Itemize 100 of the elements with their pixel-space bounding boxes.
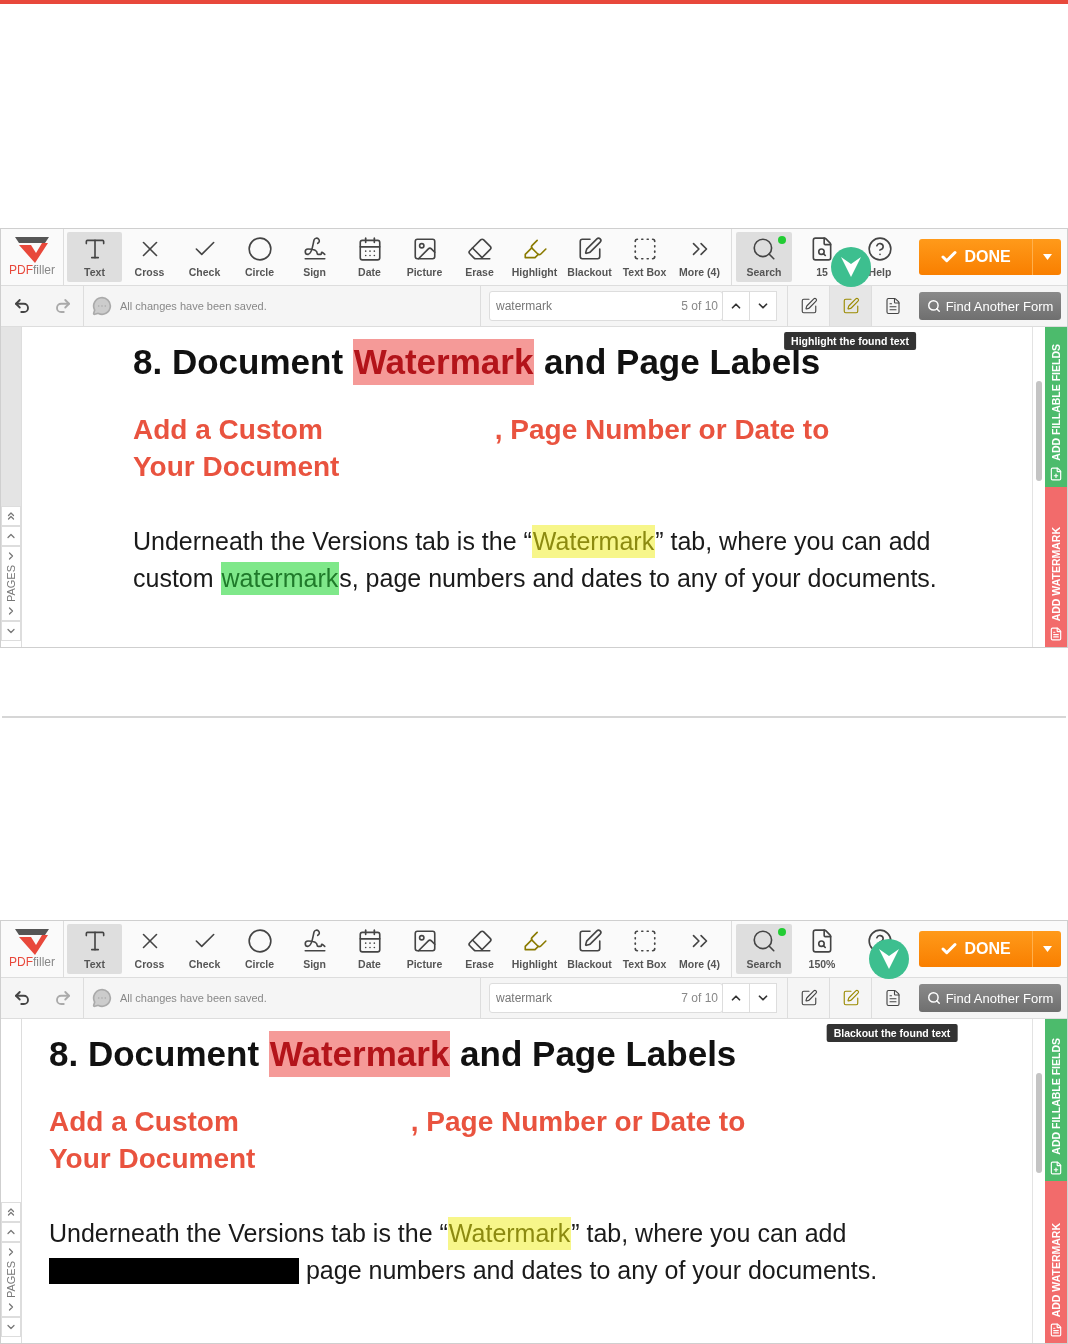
find-form-button[interactable]: Find Another Form (919, 984, 1061, 1012)
tool-button[interactable]: Sign (287, 924, 342, 974)
match-count: 5 of 10 (681, 299, 719, 313)
first-page-button[interactable] (1, 1201, 21, 1222)
find-form-button[interactable]: Find Another Form (919, 292, 1061, 320)
search-icon (926, 299, 941, 313)
next-page-button[interactable] (1, 1317, 21, 1337)
tool-button[interactable]: Sign (287, 232, 342, 282)
calendar-icon (356, 236, 383, 262)
tool-button[interactable]: Picture (397, 924, 452, 974)
text-fragment: Add a Custom (49, 1105, 239, 1139)
search-action-button[interactable] (829, 286, 871, 326)
document-subheading: Your Document (49, 1142, 257, 1176)
document-icon (883, 989, 902, 1007)
tool-button[interactable]: Check (177, 924, 232, 974)
search-field[interactable]: watermark 5 of 10 (489, 291, 723, 321)
logo-icon (15, 929, 49, 955)
document-subheading: Your Document (133, 450, 341, 484)
tool-button[interactable]: Erase (452, 924, 507, 974)
previous-match-button[interactable] (722, 291, 750, 321)
search-icon (751, 236, 777, 262)
chat-icon (92, 988, 112, 1008)
logo-icon (15, 237, 49, 263)
search-field[interactable]: watermark 7 of 10 (489, 983, 723, 1013)
pen-square-icon (841, 989, 860, 1007)
help-icon (867, 236, 893, 262)
caret-icon (1042, 254, 1052, 260)
circle-icon (246, 928, 273, 954)
tool-button[interactable]: Check (177, 232, 232, 282)
paragraph-line: Underneath the Versions tab is the “Watermark” tab, where you can add (133, 523, 1032, 560)
pen-square-icon (841, 297, 860, 315)
logo-text: PDFfiller (9, 263, 55, 277)
previous-page-button[interactable] (1, 525, 21, 546)
tool-button[interactable]: More (4) (672, 232, 727, 282)
tool-button[interactable]: More (4) (672, 924, 727, 974)
eraser-icon (466, 928, 493, 954)
tool-button[interactable]: Highlight (507, 924, 562, 974)
save-status: All changes have been saved. (120, 300, 267, 312)
first-page-button[interactable] (1, 505, 21, 526)
tool-button[interactable]: Blackout (562, 924, 617, 974)
dashed-box-icon (631, 236, 658, 262)
previous-page-button[interactable] (1, 1221, 21, 1242)
tool-button[interactable]: Search (736, 924, 792, 974)
tool-button[interactable]: Text (67, 232, 122, 282)
tool-button[interactable]: Picture (397, 232, 452, 282)
redo-icon (53, 297, 72, 315)
text-fragment: Add a Custom (133, 413, 323, 447)
tool-button[interactable]: Search (736, 232, 792, 282)
next-match-button[interactable] (749, 983, 777, 1013)
tool-button[interactable]: 150% (794, 924, 850, 974)
circle-icon (246, 236, 273, 262)
pen-square-icon (799, 989, 818, 1007)
undo-icon (12, 297, 31, 315)
tool-button[interactable]: Blackout (562, 232, 617, 282)
logo-text: PDFfiller (9, 955, 55, 969)
document-icon (1049, 1323, 1063, 1337)
search-input[interactable]: watermark (490, 988, 682, 1008)
tooltip: Blackout the found text (826, 1024, 958, 1042)
pages-button[interactable]: PAGES (1, 545, 21, 621)
signature-icon (301, 236, 328, 262)
tooltip: Highlight the found text (784, 332, 916, 350)
pen-square-icon (576, 928, 603, 954)
paragraph-line: custom watermarks, page numbers and dates to any of your documents. (133, 560, 1032, 597)
search-input[interactable]: watermark (490, 296, 682, 316)
previous-match-button[interactable] (722, 983, 750, 1013)
text-fragment: , Page Number or Date to (494, 413, 830, 447)
tool-button[interactable]: Erase (452, 232, 507, 282)
document-icon (883, 297, 902, 315)
tool-button[interactable]: Cross (122, 924, 177, 974)
picture-icon (411, 236, 438, 262)
next-page-button[interactable] (1, 621, 21, 641)
tool-button[interactable]: Date (342, 924, 397, 974)
signature-icon (301, 928, 328, 954)
tool-button[interactable]: 15 (794, 232, 850, 282)
document-plus-icon (1049, 1161, 1063, 1175)
tool-button[interactable]: Circle (232, 924, 287, 974)
dashed-box-icon (631, 928, 658, 954)
redo-icon (53, 989, 72, 1007)
tool-button[interactable]: Text Box (617, 924, 672, 974)
text-fragment: page numbers and dates to any of your documents. (304, 1255, 878, 1286)
text-fragment: , Page Number or Date to (410, 1105, 746, 1139)
tool-button[interactable]: Highlight (507, 232, 562, 282)
document-icon (1049, 627, 1063, 641)
tool-button[interactable]: Text (67, 924, 122, 974)
tool-button[interactable]: Circle (232, 232, 287, 282)
tool-button[interactable]: Date (342, 232, 397, 282)
pen-square-icon (799, 297, 818, 315)
search-icon (751, 928, 777, 954)
tool-button[interactable]: Cross (122, 232, 177, 282)
paragraph-line: Underneath the Versions tab is the “Watermark” tab, where you can add (49, 1215, 1032, 1252)
match-count: 7 of 10 (681, 991, 719, 1005)
document-plus-icon (1049, 467, 1063, 481)
picture-icon (411, 928, 438, 954)
eraser-icon (466, 236, 493, 262)
undo-icon (12, 989, 31, 1007)
tool-button[interactable]: Text Box (617, 232, 672, 282)
next-match-button[interactable] (749, 291, 777, 321)
caret-icon (1042, 946, 1052, 952)
pages-button[interactable]: PAGES (1, 1241, 21, 1317)
chat-icon (92, 296, 112, 316)
